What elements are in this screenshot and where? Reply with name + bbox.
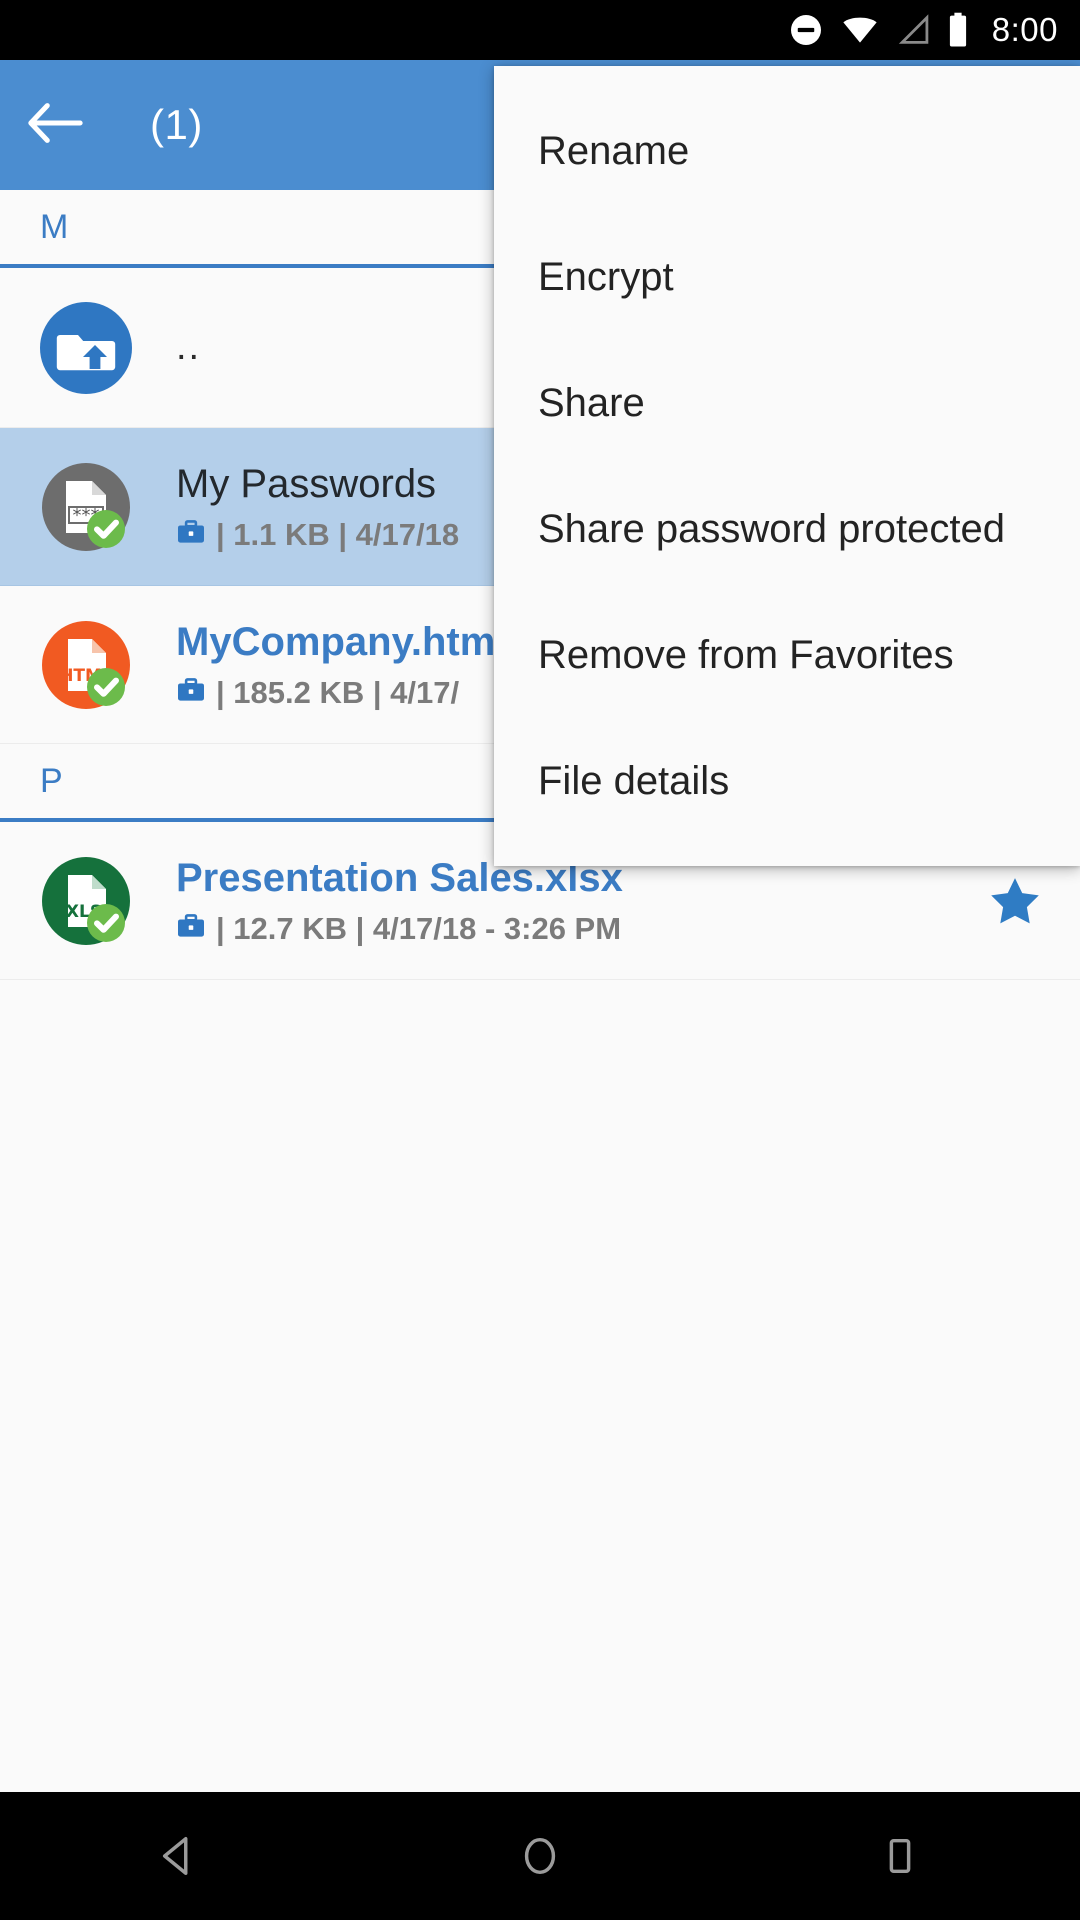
menu-item-file-details[interactable]: File details [494, 718, 1080, 844]
file-meta: | 12.7 KB | 4/17/18 - 3:26 PM [176, 911, 980, 947]
nav-home-icon[interactable] [450, 1792, 630, 1920]
wifi-icon [841, 14, 879, 46]
do-not-disturb-icon [788, 12, 824, 48]
folder-up-icon [38, 300, 134, 396]
menu-item-remove-from-favorites[interactable]: Remove from Favorites [494, 592, 1080, 718]
file-meta-text: | 185.2 KB | 4/17/ [216, 674, 460, 710]
xls-file-icon: XLS [38, 853, 134, 949]
briefcase-icon [176, 911, 206, 947]
back-arrow-icon [26, 101, 84, 150]
android-navigation-bar [0, 1792, 1080, 1920]
menu-item-share[interactable]: Share [494, 340, 1080, 466]
context-menu: Rename Encrypt Share Share password prot… [494, 66, 1080, 866]
section-letter: P [40, 761, 63, 800]
menu-item-share-password-protected[interactable]: Share password protected [494, 466, 1080, 592]
file-meta-text: | 1.1 KB | 4/17/18 [216, 516, 460, 552]
briefcase-icon [176, 675, 206, 711]
section-letter: M [40, 207, 69, 246]
back-button[interactable] [0, 60, 110, 190]
selection-count-title: (1) [150, 101, 203, 148]
favorite-star-icon[interactable] [980, 873, 1050, 929]
file-text-block: Presentation Sales.xlsx | 12.7 KB | 4/17… [176, 855, 980, 947]
status-bar-clock: 8:00 [991, 11, 1058, 48]
phone-screen: 8:00 (1) M .. *** My Passwords | 1.1 KB … [0, 0, 1080, 1920]
html-file-icon: HTML [38, 617, 134, 713]
file-meta-text: | 12.7 KB | 4/17/18 - 3:26 PM [216, 910, 622, 946]
cellular-signal-icon [896, 14, 930, 46]
battery-icon [947, 12, 969, 48]
menu-item-rename[interactable]: Rename [494, 88, 1080, 214]
nav-recents-icon[interactable] [810, 1792, 990, 1920]
status-bar: 8:00 [0, 0, 1080, 60]
briefcase-icon [176, 517, 206, 553]
password-file-icon: *** [38, 459, 134, 555]
nav-back-icon[interactable] [90, 1792, 270, 1920]
menu-item-encrypt[interactable]: Encrypt [494, 214, 1080, 340]
